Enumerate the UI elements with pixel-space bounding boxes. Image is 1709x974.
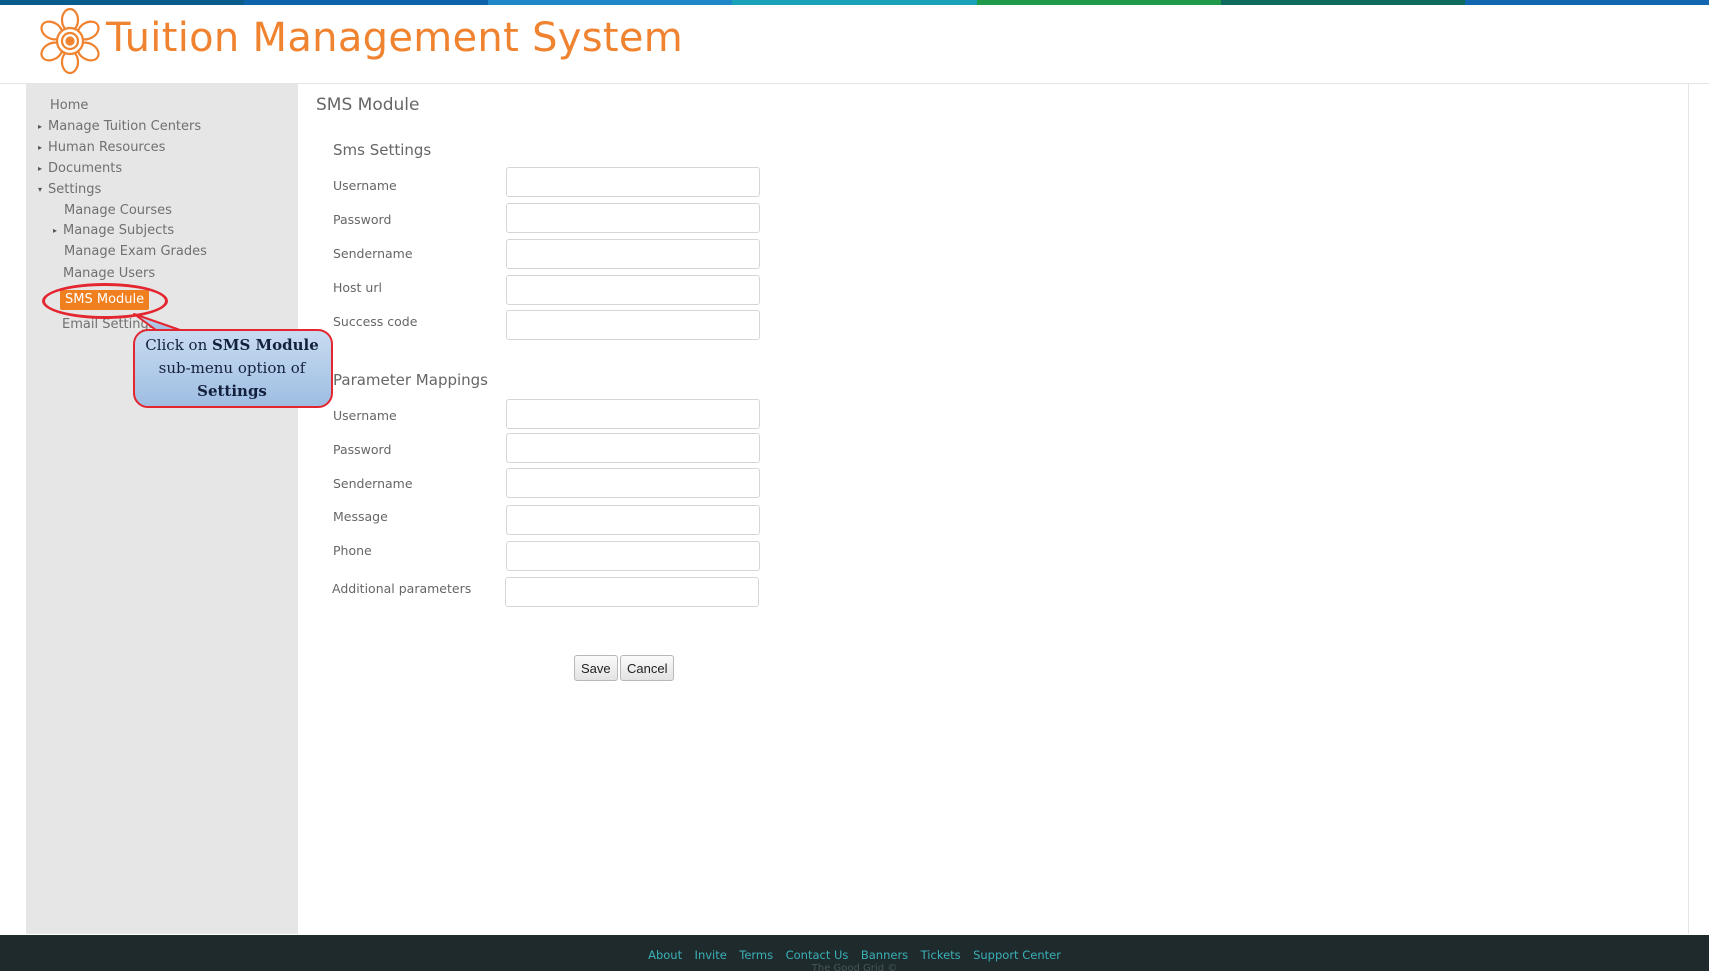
callout-line-2: sub-menu option of: [158, 359, 306, 377]
caret-right-icon: ▸: [38, 143, 43, 152]
sidebar-item-settings[interactable]: ▾ Settings: [38, 182, 101, 198]
param-message-input[interactable]: [506, 505, 760, 535]
param-phone-input[interactable]: [506, 541, 760, 571]
footer-link-support-center[interactable]: Support Center: [973, 948, 1061, 962]
sms-sendername-input[interactable]: [506, 239, 760, 269]
save-button[interactable]: Save: [574, 655, 618, 681]
footer-link-invite[interactable]: Invite: [695, 948, 727, 962]
footer: About Invite Terms Contact Us Banners Ti…: [0, 935, 1709, 974]
sidebar-item-manage-exam-grades[interactable]: Manage Exam Grades: [64, 244, 207, 260]
sidebar-item-human-resources[interactable]: ▸ Human Resources: [38, 140, 165, 156]
param-password-input[interactable]: [506, 433, 760, 463]
app-header: Tuition Management System: [0, 5, 1709, 83]
caret-right-icon: ▸: [38, 164, 43, 173]
footer-copyright: The Good Grid ©: [811, 963, 898, 974]
param-additional-parameters-label: Additional parameters: [332, 581, 472, 596]
parameter-mappings-title: Parameter Mappings: [333, 371, 488, 389]
footer-link-terms[interactable]: Terms: [739, 948, 773, 962]
sms-sendername-label: Sendername: [333, 246, 413, 261]
sidebar-item-home[interactable]: Home: [50, 98, 88, 114]
main-right-border: [1688, 84, 1689, 934]
sidebar-item-manage-courses[interactable]: Manage Courses: [64, 203, 172, 219]
page-title: SMS Module: [316, 95, 420, 115]
sms-password-label: Password: [333, 212, 392, 227]
sms-success-code-label: Success code: [333, 314, 418, 329]
footer-link-about[interactable]: About: [648, 948, 682, 962]
sidebar-item-label: Manage Courses: [64, 203, 172, 218]
sidebar-item-label: Manage Exam Grades: [64, 244, 207, 259]
callout-line-1: Click on SMS Module: [145, 336, 319, 354]
param-sendername-label: Sendername: [333, 476, 413, 491]
sidebar-item-documents[interactable]: ▸ Documents: [38, 161, 122, 177]
footer-links: About Invite Terms Contact Us Banners Ti…: [0, 946, 1709, 964]
param-additional-parameters-input[interactable]: [505, 577, 759, 607]
sidebar-item-label: Documents: [48, 161, 123, 176]
app-title: Tuition Management System: [106, 15, 684, 61]
sms-settings-title: Sms Settings: [333, 141, 432, 159]
sidebar-item-label: Settings: [48, 182, 102, 197]
sidebar-item-manage-subjects[interactable]: ▸ Manage Subjects: [53, 223, 174, 239]
sms-success-code-input[interactable]: [506, 310, 760, 340]
callout-text: Click on SMS Module sub-menu option of S…: [134, 334, 330, 403]
sidebar-item-manage-users[interactable]: Manage Users: [63, 266, 155, 282]
sidebar-item-label: Manage Tuition Centers: [48, 119, 202, 134]
caret-right-icon: ▸: [38, 122, 43, 131]
caret-right-icon: ▸: [53, 226, 58, 235]
cancel-button[interactable]: Cancel: [620, 655, 675, 681]
sidebar-item-manage-tuition-centers[interactable]: ▸ Manage Tuition Centers: [38, 119, 201, 135]
param-phone-label: Phone: [333, 543, 372, 558]
sidebar-item-label: Manage Users: [63, 266, 156, 281]
param-message-label: Message: [333, 509, 388, 524]
sidebar-item-label: Manage Subjects: [63, 223, 175, 238]
sms-username-label: Username: [333, 178, 397, 193]
sidebar-item-label: Home: [50, 98, 89, 113]
sms-password-input[interactable]: [506, 203, 760, 233]
param-password-label: Password: [333, 442, 392, 457]
param-sendername-input[interactable]: [506, 468, 760, 498]
flower-logo-icon[interactable]: [36, 7, 104, 75]
footer-link-banners[interactable]: Banners: [861, 948, 908, 962]
footer-link-tickets[interactable]: Tickets: [921, 948, 961, 962]
sms-host-url-label: Host url: [333, 280, 382, 295]
footer-link-contact-us[interactable]: Contact Us: [786, 948, 849, 962]
callout-line-3: Settings: [197, 382, 267, 400]
caret-down-icon: ▾: [38, 185, 43, 194]
sms-username-input[interactable]: [506, 167, 760, 197]
sms-host-url-input[interactable]: [506, 275, 760, 305]
param-username-label: Username: [333, 408, 397, 423]
param-username-input[interactable]: [506, 399, 760, 429]
sidebar-item-label: Human Resources: [48, 140, 166, 155]
